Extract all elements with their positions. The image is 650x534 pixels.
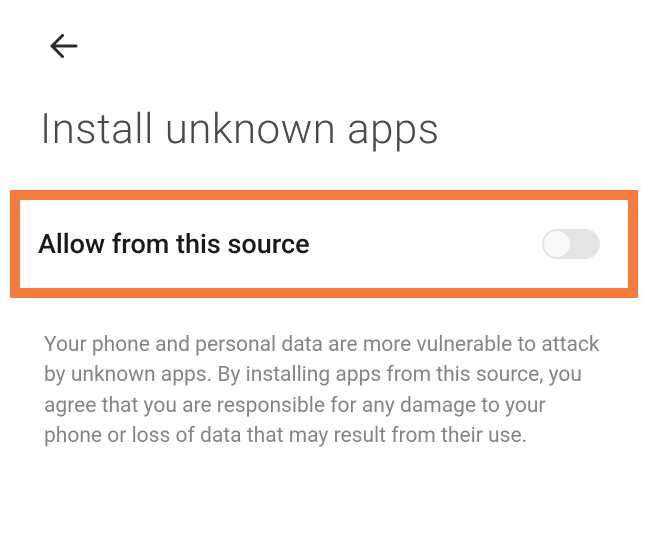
allow-source-toggle[interactable]	[542, 229, 600, 259]
back-arrow-icon	[46, 28, 82, 68]
back-button[interactable]	[46, 30, 82, 66]
toggle-knob	[544, 231, 570, 257]
page-title: Install unknown apps	[40, 105, 440, 154]
setting-row-highlight: Allow from this source	[10, 190, 638, 298]
setting-label: Allow from this source	[38, 228, 310, 260]
warning-text: Your phone and personal data are more vu…	[44, 330, 604, 452]
